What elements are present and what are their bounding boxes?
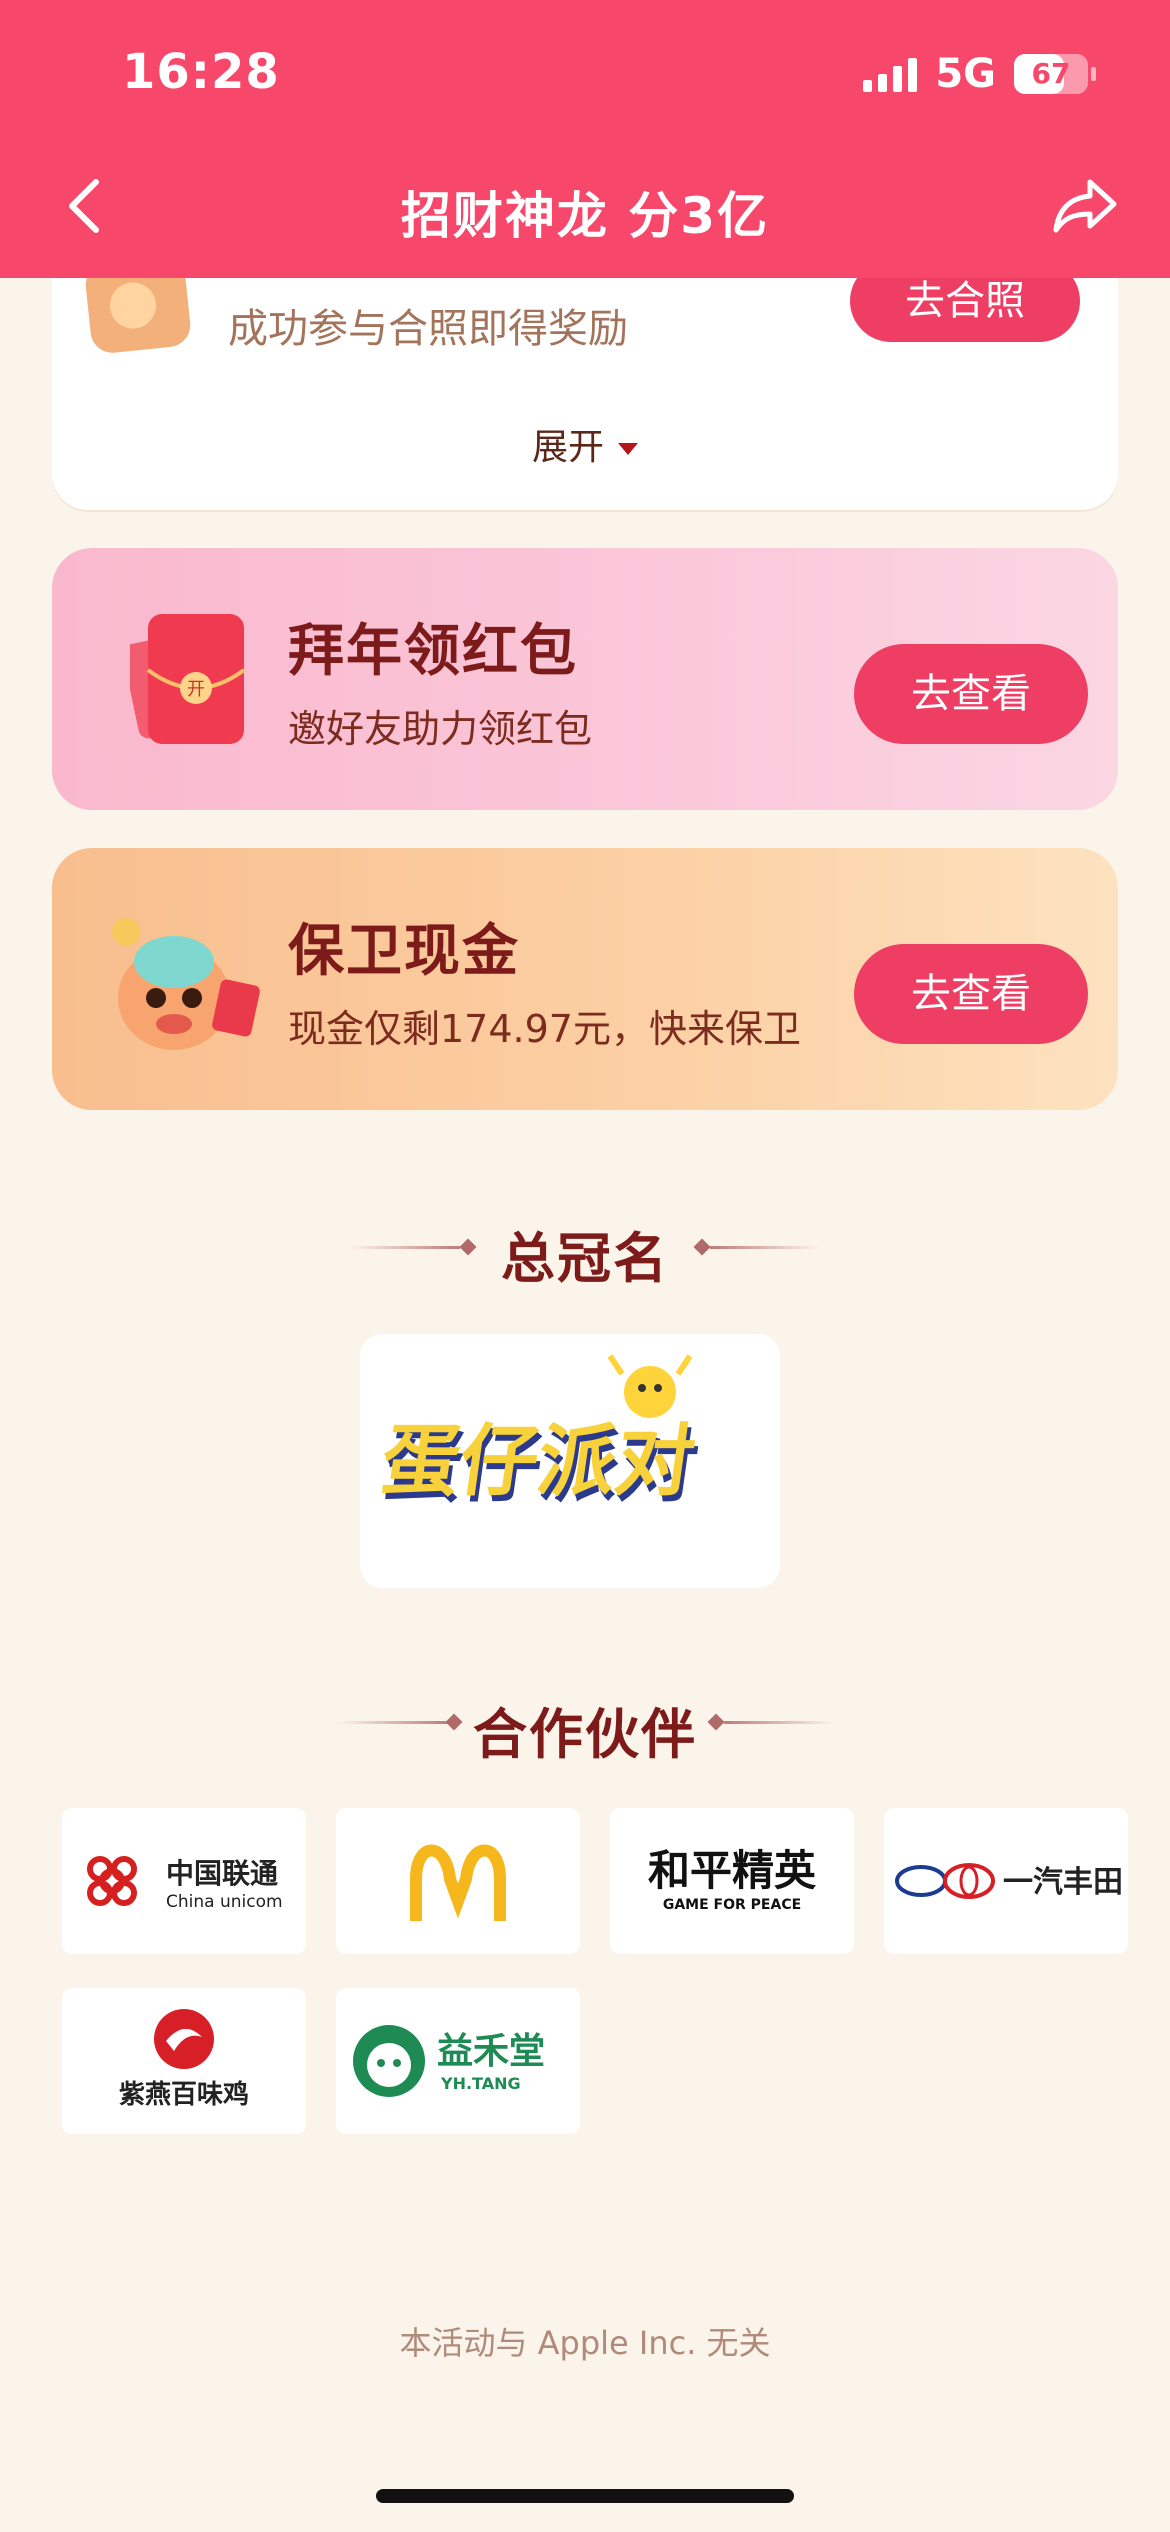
svg-text:紫燕百味鸡: 紫燕百味鸡 xyxy=(119,2079,249,2110)
partner-logo-game-for-peace[interactable]: 和平精英 GAME FOR PEACE xyxy=(610,1808,854,1954)
promo-title: 拜年领红包 xyxy=(288,619,578,684)
status-indicators: 5G 67 xyxy=(863,50,1096,98)
sponsor-section-title: 总冠名 xyxy=(501,1227,669,1290)
partner-logo-mcdonalds[interactable] xyxy=(336,1808,580,1954)
footer-disclaimer: 本活动与 Apple Inc. 无关 xyxy=(399,2324,771,2362)
caret-down-icon xyxy=(618,443,638,455)
svg-text:蛋仔派对: 蛋仔派对 xyxy=(376,1416,701,1507)
golden-arches-logo xyxy=(410,1844,506,1921)
protect-cash-promo-card: 保卫现金 现金仅剩174.97元，快来保卫 去查看 xyxy=(52,848,1118,1110)
partner-section-title: 合作伙伴 xyxy=(473,1703,697,1766)
ziyan-logo: 紫燕百味鸡 xyxy=(119,2009,249,2110)
dragon-mascot-icon xyxy=(112,918,260,1050)
view-button[interactable]: 去查看 xyxy=(854,644,1088,744)
divider-right xyxy=(710,1246,820,1249)
partner-logo-china-unicom[interactable]: 中国联通 China unicom xyxy=(62,1808,306,1954)
game-for-peace-logo: 和平精英 GAME FOR PEACE xyxy=(648,1846,817,1913)
page-title: 招财神龙 分3亿 xyxy=(400,187,770,245)
view-button[interactable]: 去查看 xyxy=(854,944,1088,1044)
svg-text:益禾堂: 益禾堂 xyxy=(437,2031,545,2072)
red-envelope-promo-card: 开 拜年领红包 邀好友助力领红包 去查看 xyxy=(52,548,1118,810)
promo-title: 保卫现金 xyxy=(288,919,520,984)
promo-subtitle: 邀好友助力领红包 xyxy=(288,707,593,751)
network-type: 5G xyxy=(935,51,996,97)
header: 16:28 5G 67 招财神龙 分3亿 xyxy=(0,0,1170,278)
svg-text:开: 开 xyxy=(187,679,205,700)
screen: 成功参与合照即得奖励 去合照 展开 16:28 5G 67 招财神龙 分3亿 开… xyxy=(0,0,1170,2532)
home-indicator[interactable] xyxy=(376,2489,794,2503)
divider-right xyxy=(724,1721,834,1724)
svg-text:和平精英: 和平精英 xyxy=(648,1846,817,1895)
share-button[interactable] xyxy=(1050,176,1120,236)
partner-logo-yh-tang[interactable]: 益禾堂 YH.TANG xyxy=(336,1988,580,2134)
status-time: 16:28 xyxy=(122,44,280,100)
svg-text:China unicom: China unicom xyxy=(166,1892,283,1912)
battery-icon: 67 xyxy=(1014,54,1096,94)
expand-label: 展开 xyxy=(531,427,604,468)
yh-tang-logo: 益禾堂 YH.TANG xyxy=(353,2025,545,2097)
battery-level: 67 xyxy=(1031,57,1071,90)
faw-toyota-logo: 一汽丰田 xyxy=(895,1863,1121,1900)
svg-text:中国联通: 中国联通 xyxy=(166,1857,278,1890)
title-sponsor-logo[interactable]: 蛋仔派对 蛋仔派对 xyxy=(360,1334,780,1588)
china-unicom-logo: 中国联通 China unicom xyxy=(87,1856,283,1912)
signal-icon xyxy=(863,56,918,92)
eggy-party-logo: 蛋仔派对 蛋仔派对 xyxy=(376,1354,704,1513)
partner-logo-faw-toyota[interactable]: 一汽丰田 xyxy=(884,1808,1128,1954)
red-envelope-icon: 开 xyxy=(130,614,246,744)
promo-subtitle: 现金仅剩174.97元，快来保卫 xyxy=(288,1007,801,1051)
svg-text:一汽丰田: 一汽丰田 xyxy=(1003,1865,1121,1900)
expand-toggle[interactable]: 展开 xyxy=(52,418,1118,470)
partner-logo-ziyan[interactable]: 紫燕百味鸡 xyxy=(62,1988,306,2134)
share-arrow-icon xyxy=(1053,179,1117,233)
svg-text:GAME FOR PEACE: GAME FOR PEACE xyxy=(663,1897,801,1913)
photo-task-description: 成功参与合照即得奖励 xyxy=(228,306,628,352)
svg-text:YH.TANG: YH.TANG xyxy=(440,2074,521,2093)
